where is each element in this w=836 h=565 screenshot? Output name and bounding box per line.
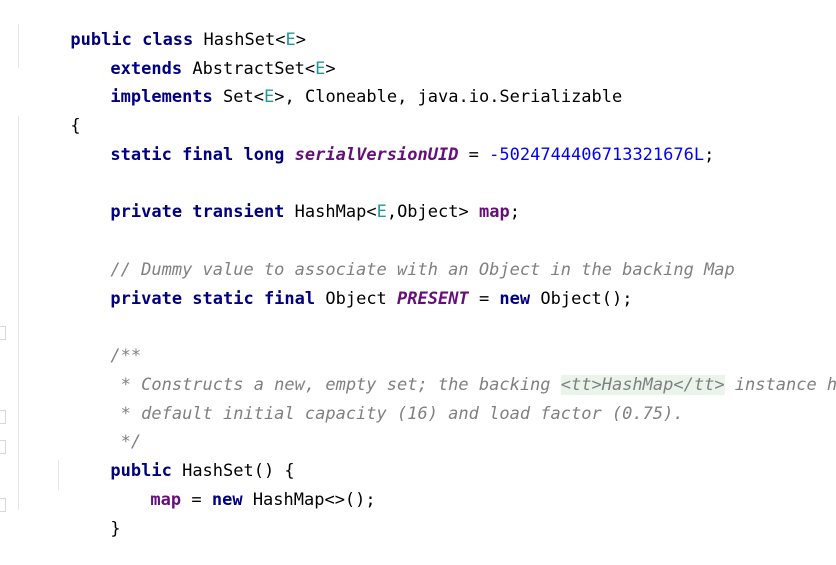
angle-open: <	[366, 202, 377, 222]
code-editor[interactable]: public class HashSet<E> extends Abstract…	[0, 0, 836, 554]
instance-field: map	[478, 202, 510, 222]
assign-operator: =	[458, 145, 490, 165]
keyword: private transient	[110, 202, 285, 222]
fold-marker-icon[interactable]	[0, 326, 6, 340]
doc-comment: instance has	[734, 375, 836, 395]
type-arguments: ,Object>	[386, 202, 469, 222]
code-line-7: // Dummy value to associate with an Obje…	[49, 234, 734, 280]
code-line-3: implements Set<E>, Cloneable, java.io.Se…	[49, 61, 622, 107]
constructor-call: Object();	[530, 289, 633, 309]
keyword: private static final	[110, 289, 316, 309]
fold-marker-icon[interactable]	[0, 440, 6, 454]
type-parameter: E	[376, 202, 387, 222]
angle-close: >,	[274, 87, 295, 107]
keyword: static final long	[110, 145, 285, 165]
interface-list: Cloneable, java.io.Serializable	[294, 87, 623, 107]
constructor-call: HashMap<>();	[242, 490, 376, 510]
code-line-13: public HashSet() {	[49, 435, 294, 481]
semicolon: ;	[704, 145, 715, 165]
interface-name: Set	[223, 87, 254, 107]
code-line-12: */	[49, 406, 141, 452]
static-field: PRESENT	[397, 289, 469, 309]
code-area[interactable]: public class HashSet<E> extends Abstract…	[10, 0, 836, 554]
assign-operator: =	[468, 289, 500, 309]
type-name: HashMap	[294, 202, 367, 222]
code-line-10: * Constructs a new, empty set; the backi…	[49, 349, 836, 395]
code-line-4: {	[9, 90, 80, 136]
code-line-8: private static final Object PRESENT = ne…	[49, 263, 632, 309]
close-brace: }	[110, 519, 121, 539]
code-line-1: public class HashSet<E>	[9, 4, 306, 50]
numeric-literal: -5024744406713321676L	[489, 145, 705, 165]
code-line-5: static final long serialVersionUID = -50…	[49, 119, 714, 165]
keyword: new	[211, 490, 243, 510]
static-field: serialVersionUID	[294, 145, 459, 165]
code-line-14: map = new HashMap<>();	[89, 464, 375, 510]
code-line-9: /**	[49, 320, 141, 366]
code-line-15: }	[49, 493, 120, 539]
indent-guide	[18, 116, 19, 510]
type-parameter: E	[264, 87, 275, 107]
semicolon: ;	[509, 202, 520, 222]
angle-open: <	[253, 87, 264, 107]
code-line-6: private transient HashMap<E,Object> map;	[49, 176, 520, 222]
code-line-2: extends AbstractSet<E>	[49, 33, 335, 79]
type-name: Object	[325, 289, 387, 309]
keyword: implements	[110, 87, 213, 107]
assign-operator: =	[181, 490, 212, 510]
code-line-11: * default initial capacity (16) and load…	[49, 378, 684, 424]
editor-gutter	[0, 0, 8, 554]
fold-marker-icon[interactable]	[0, 498, 6, 512]
fold-marker-icon[interactable]	[0, 410, 6, 424]
keyword: new	[499, 289, 531, 309]
doc-comment: * default initial capacity (16) and load…	[110, 404, 684, 424]
instance-field: map	[150, 490, 182, 510]
